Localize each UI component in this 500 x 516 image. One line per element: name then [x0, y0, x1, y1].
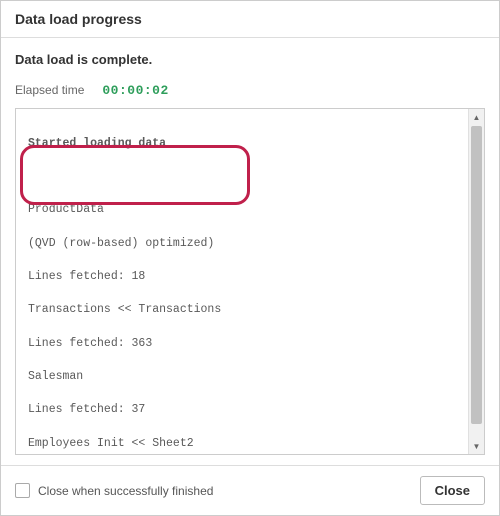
- dialog-footer: Close when successfully finished Close: [1, 465, 499, 515]
- elapsed-value: 00:00:02: [102, 83, 168, 98]
- log-section-started: Started loading data: [28, 136, 458, 153]
- status-text: Data load is complete.: [15, 52, 485, 67]
- log-content[interactable]: Started loading data ProductData (QVD (r…: [16, 109, 468, 454]
- log-line: [28, 169, 458, 186]
- log-line: Lines fetched: 37: [28, 402, 458, 419]
- scrollbar-thumb[interactable]: [471, 126, 482, 424]
- close-when-finished-checkbox[interactable]: Close when successfully finished: [15, 483, 213, 498]
- elapsed-row: Elapsed time 00:00:02: [1, 73, 499, 108]
- log-wrap: Started loading data ProductData (QVD (r…: [1, 108, 499, 465]
- log-line: Employees Init << Sheet2: [28, 436, 458, 453]
- dialog-header: Data load progress: [1, 1, 499, 38]
- elapsed-label: Elapsed time: [15, 83, 84, 97]
- dialog-title: Data load progress: [15, 11, 485, 27]
- log-line: (QVD (row-based) optimized): [28, 236, 458, 253]
- log-line: Lines fetched: 363: [28, 336, 458, 353]
- log-line: Transactions << Transactions: [28, 302, 458, 319]
- status-area: Data load is complete.: [1, 38, 499, 73]
- log-line: ProductData: [28, 202, 458, 219]
- close-button[interactable]: Close: [420, 476, 485, 505]
- log-line: Salesman: [28, 369, 458, 386]
- log-line: Lines fetched: 18: [28, 269, 458, 286]
- checkbox-icon[interactable]: [15, 483, 30, 498]
- scrollbar[interactable]: ▲ ▼: [468, 109, 484, 454]
- scroll-down-icon[interactable]: ▼: [469, 438, 484, 454]
- dialog: Data load progress Data load is complete…: [0, 0, 500, 516]
- checkbox-label: Close when successfully finished: [38, 484, 213, 498]
- scroll-up-icon[interactable]: ▲: [469, 109, 484, 125]
- log-box: Started loading data ProductData (QVD (r…: [15, 108, 485, 455]
